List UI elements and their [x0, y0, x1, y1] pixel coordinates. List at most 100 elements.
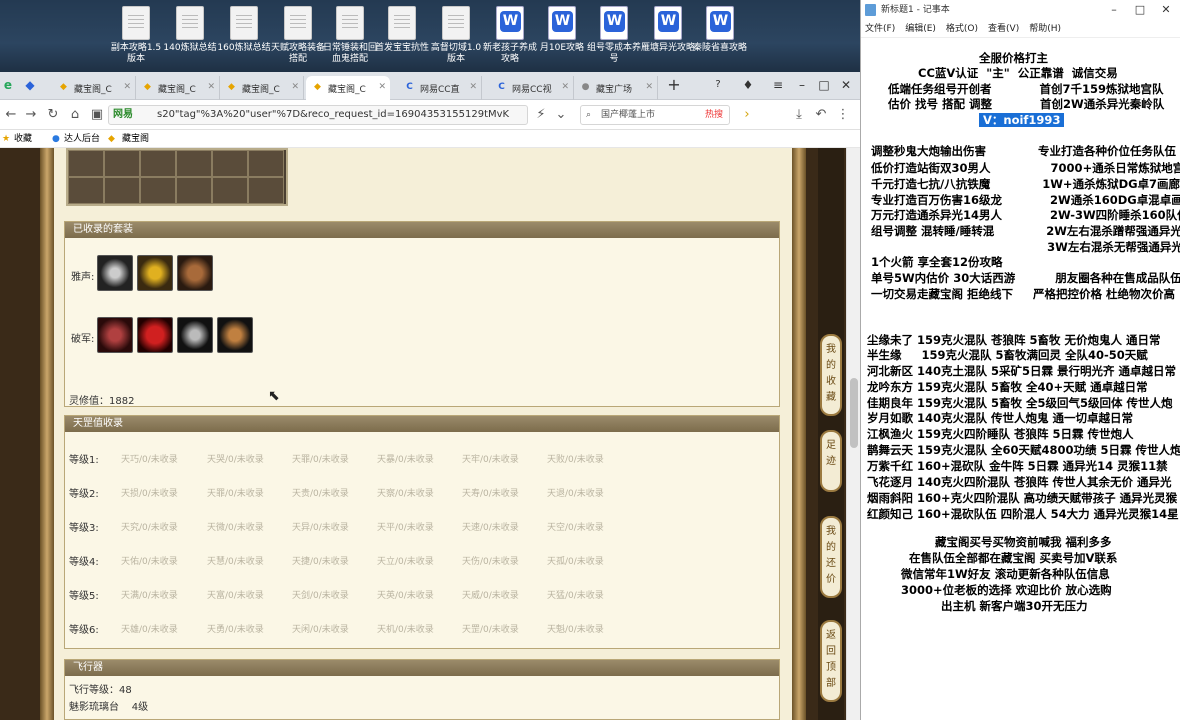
lightning-icon[interactable]: ⚡ [532, 106, 550, 124]
desktop-icon[interactable]: 秦陵省喜攻略 [692, 6, 748, 54]
search-input[interactable]: ⌕ 国产椰蓬上市 热搜 [580, 105, 730, 125]
notepad-menu-item[interactable]: 格式(O) [946, 24, 978, 34]
close-tab-icon[interactable]: ✕ [123, 82, 131, 92]
suit-row1-label: 雅声: [71, 272, 95, 283]
inventory-slot[interactable] [104, 177, 140, 204]
tiangang-item: 天捷/0/未收录 [292, 557, 349, 567]
my-bargain-button[interactable]: 我的还价 [820, 516, 842, 598]
hot-search-label[interactable]: 热搜 [705, 106, 723, 124]
close-tab-icon[interactable]: ✕ [469, 82, 477, 92]
tiangang-item: 天富/0/未收录 [207, 591, 264, 601]
desktop-icon[interactable]: 160炼狱总结 [216, 6, 272, 54]
desktop-icon[interactable]: 月10E攻略 [534, 6, 590, 54]
inventory-slot[interactable] [248, 150, 284, 177]
my-favorites-button[interactable]: 我的收藏 [820, 334, 842, 416]
home-icon[interactable]: ⌂ [66, 106, 84, 124]
browser-tab[interactable]: ◆ 藏宝阁_C ✕ [136, 76, 220, 100]
suits-title: 已收录的套装 [65, 222, 779, 238]
tiangang-item: 天雄/0/未收录 [121, 625, 178, 635]
desktop-icon-label: 首发宝宝抗性 [374, 43, 429, 53]
address-bar[interactable]: 网易 s20"tag"%3A%20"user"%7D&reco_request_… [108, 105, 528, 125]
notepad-text-area[interactable]: 全服价格打主 CC蓝V认证 "主" 公正靠谱 诚信交易 低端任务组号开创者 首创7千… [861, 38, 1180, 720]
inventory-slot[interactable] [248, 177, 284, 204]
inventory-slot[interactable] [104, 150, 140, 177]
notepad-close-button[interactable]: ✕ [1153, 0, 1179, 20]
suit-item[interactable] [177, 255, 213, 291]
flight-title: 飞行器 [65, 660, 779, 676]
notepad-menu-item[interactable]: 查看(V) [988, 24, 1019, 34]
tab-bar: e ◆ ◆ 藏宝阁_C ✕ ◆ 藏宝阁_C ✕ ◆ 藏宝阁_C ✕ ◆ 藏宝阁_C ✕ C 网易CC直 ✕ C… [0, 72, 860, 100]
close-tab-icon[interactable]: ✕ [645, 82, 653, 92]
suit-item[interactable] [97, 255, 133, 291]
notepad-menu-item[interactable]: 文件(F) [865, 24, 895, 34]
browser-tab[interactable]: C 网易CC直 ✕ [398, 76, 482, 100]
download-icon[interactable]: ⤓ [790, 106, 808, 124]
new-tab-button[interactable]: + [660, 74, 688, 96]
wps-document-icon [654, 6, 682, 40]
desktop-icon[interactable]: 首发宝宝抗性 [374, 6, 430, 54]
desktop-icon[interactable]: 日常锤装和回血鬼搭配 [322, 6, 378, 65]
suit-item[interactable] [97, 317, 133, 353]
close-tab-icon[interactable]: ✕ [378, 82, 386, 92]
briefcase-icon[interactable]: ▣ [88, 106, 106, 124]
notepad-line: 红颜知己 160+混砍队伍 四阶混人 54大力 通异光灵猴14星 [867, 507, 1179, 521]
notepad-line: 岁月如歌 140克火混队 传世人炮鬼 通一切卓越日常 [867, 411, 1134, 425]
notepad-menu-item[interactable]: 帮助(H) [1029, 24, 1061, 34]
more-icon[interactable]: ⋮ [834, 106, 852, 124]
shirt-icon[interactable]: ♦ [734, 74, 762, 96]
desktop-icon[interactable]: 140炼狱总结 [162, 6, 218, 54]
bookmark-daren[interactable]: 达人后台 [64, 130, 100, 148]
back-icon[interactable]: ← [2, 106, 20, 124]
inventory-slot[interactable] [176, 177, 212, 204]
tab-label: 藏宝阁_C [242, 85, 280, 95]
scrollbar[interactable] [846, 148, 860, 720]
cbg-icon: ◆ [60, 82, 67, 92]
suit-item[interactable] [177, 317, 213, 353]
back-to-top-button[interactable]: 返回顶部 [820, 620, 842, 702]
desktop-icon[interactable]: 副本攻略1.5版本 [108, 6, 164, 65]
inventory-slot[interactable] [176, 150, 212, 177]
inventory-slot[interactable] [212, 177, 248, 204]
undo-icon[interactable]: ↶ [812, 106, 830, 124]
desktop-icon[interactable]: 天赋攻略装备搭配 [270, 6, 326, 65]
tiangang-item: 天罡/0/未收录 [462, 625, 519, 635]
inventory-slot[interactable] [68, 177, 104, 204]
dropdown-icon[interactable]: ⌄ [552, 106, 570, 124]
close-window-button[interactable]: ✕ [832, 74, 860, 96]
flight-level: 飞行等级：48 [69, 685, 132, 696]
tiangang-item: 天微/0/未收录 [207, 523, 264, 533]
suit-item[interactable] [217, 317, 253, 353]
close-tab-icon[interactable]: ✕ [561, 82, 569, 92]
browser-tab[interactable]: C 网易CC视 ✕ [490, 76, 574, 100]
arrow-right-icon[interactable]: › [738, 106, 756, 124]
browser-tab[interactable]: ◆ 藏宝阁_C ✕ [306, 76, 390, 100]
footprint-button[interactable]: 足迹 [820, 430, 842, 492]
forward-icon[interactable]: → [22, 106, 40, 124]
suit-item[interactable] [137, 317, 173, 353]
reload-icon[interactable]: ↻ [44, 106, 62, 124]
desktop-icon[interactable]: 雁塘异光攻略 [640, 6, 696, 54]
suit-item[interactable] [137, 255, 173, 291]
desktop-icon[interactable]: 组号零成本养号 [586, 6, 642, 65]
inventory-slot[interactable] [212, 150, 248, 177]
shield-icon[interactable]: ◆ [20, 74, 40, 96]
scrollbar-thumb[interactable] [850, 378, 858, 448]
bookmark-favorites[interactable]: 收藏 [14, 130, 32, 148]
tab-label: 藏宝阁_C [158, 85, 196, 95]
notepad-maximize-button[interactable]: □ [1127, 0, 1153, 20]
browser-tab[interactable]: ● 藏宝广场 ✕ [574, 76, 658, 100]
close-tab-icon[interactable]: ✕ [291, 82, 299, 92]
notepad-minimize-button[interactable]: – [1101, 0, 1127, 20]
selected-text[interactable]: V：noif1993 [979, 113, 1065, 127]
inventory-slot[interactable] [68, 150, 104, 177]
close-tab-icon[interactable]: ✕ [207, 82, 215, 92]
browser-tab[interactable]: ◆ 藏宝阁_C ✕ [52, 76, 136, 100]
desktop-icon[interactable]: 新老孩子养成攻略 [482, 6, 538, 65]
desktop-icon[interactable]: 高督切域1.0版本 [428, 6, 484, 65]
help-icon[interactable]: ? [704, 74, 732, 96]
inventory-slot[interactable] [140, 177, 176, 204]
notepad-menu-item[interactable]: 编辑(E) [905, 24, 936, 34]
bookmark-cbg[interactable]: 藏宝阁 [122, 130, 149, 148]
browser-tab[interactable]: ◆ 藏宝阁_C ✕ [220, 76, 304, 100]
inventory-slot[interactable] [140, 150, 176, 177]
